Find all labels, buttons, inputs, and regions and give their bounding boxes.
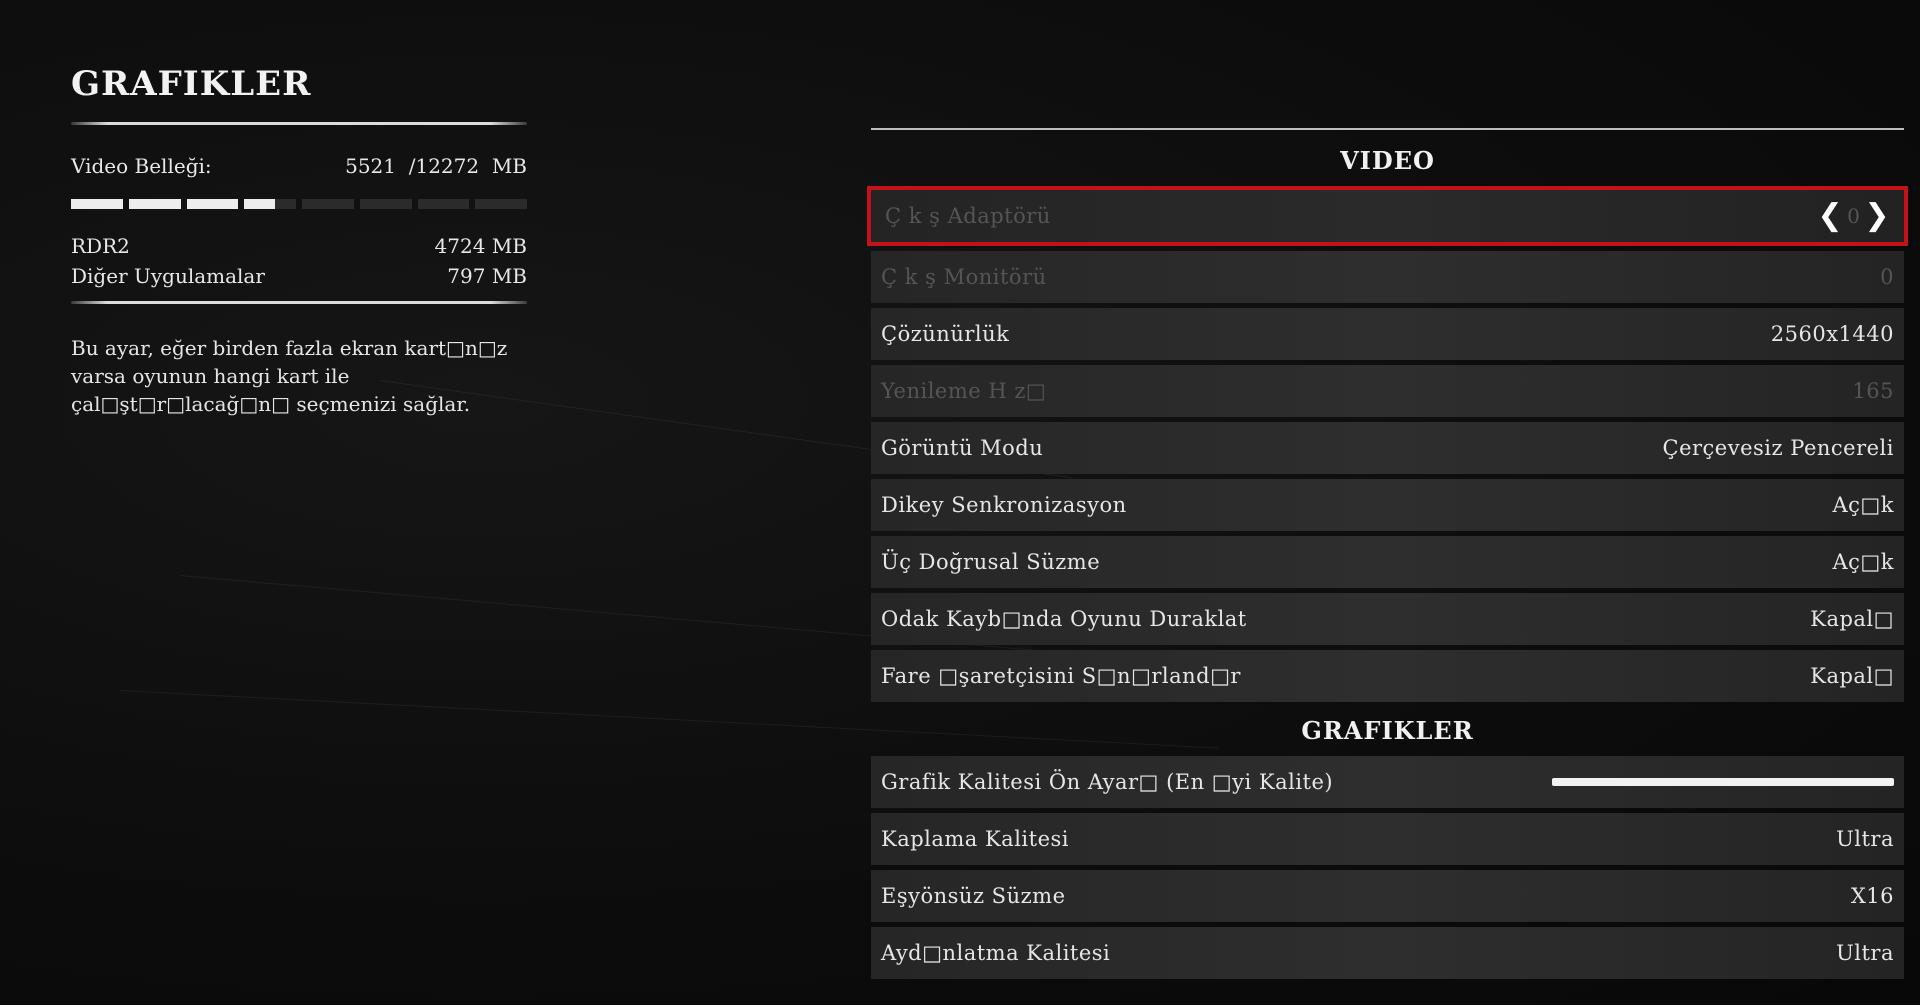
memory-bar-segment [244,199,296,209]
setting-vsync[interactable]: Dikey Senkronizasyon Aç□k [871,479,1904,531]
info-panel: Grafikler Video Belleği: 5521 /12272 MB … [71,60,527,418]
breakdown-value: 797 MB [447,261,527,291]
breakdown-label: RDR2 [71,234,130,258]
setting-label: Ç k ş Monitörü [881,265,1047,289]
background: Grafikler Video Belleği: 5521 /12272 MB … [0,0,1920,1005]
memory-bar-segment [302,199,354,209]
breakdown-unit: MB [491,264,527,288]
setting-resolution[interactable]: Çözünürlük 2560x1440 [871,308,1904,360]
breakdown-number: 797 [447,264,486,288]
setting-pause-on-focus-loss[interactable]: Odak Kayb□nda Oyunu Duraklat Kapal□ [871,593,1904,645]
memory-bar-segment [417,199,470,209]
setting-description: Bu ayar, eğer birden fazla ekran kart□n□… [71,336,508,416]
breakdown-number: 4724 [434,234,486,258]
breakdown-value: 4724 MB [435,231,527,261]
breakdown-divider [71,301,527,304]
memory-bar-fill [71,199,123,209]
setting-label: Eşyönsüz Süzme [881,884,1066,908]
setting-value: Kapal□ [1810,607,1894,631]
video-memory-row: Video Belleği: 5521 /12272 MB [71,151,527,181]
setting-constrain-cursor[interactable]: Fare □şaretçisini S□n□rland□r Kapal□ [871,650,1904,702]
setting-display-mode[interactable]: Görüntü Modu Çerçevesiz Pencereli [871,422,1904,474]
setting-value: 0 [1847,204,1861,228]
breakdown-unit: MB [491,234,527,258]
video-memory-bar [71,199,527,209]
setting-value: X16 [1850,884,1894,908]
chevron-left-icon[interactable]: ❮ [1817,201,1843,231]
memory-bar-segment [186,199,239,209]
setting-output-monitor[interactable]: Ç k ş Monitörü 0 [871,251,1904,303]
setting-label: Odak Kayb□nda Oyunu Duraklat [881,607,1247,631]
setting-label: Dikey Senkronizasyon [881,493,1127,517]
setting-label: Ç k ş Adaptörü [885,204,1051,228]
memory-bar-segment [71,199,123,209]
memory-bar-fill [128,199,181,209]
setting-label: Görüntü Modu [881,436,1044,460]
video-memory-total: 12272 [415,154,480,178]
setting-anisotropic-filtering[interactable]: Eşyönsüz Süzme X16 [871,870,1904,922]
memory-breakdown-rdr2: RDR2 4724 MB [71,231,527,261]
page-title: Grafikler [71,64,312,104]
setting-value: 0 [1880,265,1894,289]
section-title-graphics: Grafikler [1301,716,1474,745]
setting-value: 2560x1440 [1770,322,1894,346]
setting-value: Aç□k [1832,493,1894,517]
setting-label: Ayd□nlatma Kalitesi [881,941,1111,965]
chevron-right-icon[interactable]: ❯ [1864,201,1890,231]
video-memory-label: Video Belleği: [71,154,212,178]
memory-bar-fill [186,199,239,209]
video-memory-value: 5521 /12272 MB [345,151,527,181]
setting-refresh-rate[interactable]: Yenileme H z□ 165 [871,365,1904,417]
setting-value: Çerçevesiz Pencereli [1662,436,1894,460]
setting-value: Kapal□ [1810,664,1894,688]
breakdown-label: Diğer Uygulamalar [71,264,265,288]
setting-label: Çözünürlük [881,322,1010,346]
setting-lighting-quality[interactable]: Ayd□nlatma Kalitesi Ultra [871,927,1904,979]
memory-bar-segment [475,199,527,209]
slider-fill [1552,778,1894,786]
title-divider [71,122,527,125]
setting-quality-preset[interactable]: Grafik Kalitesi Ön Ayar□ (En □yi Kalite) [871,756,1904,808]
section-divider [871,128,1904,130]
settings-panel: Video Ç k ş Adaptörü ❮ 0 ❯ Ç k ş Monitör… [867,128,1908,979]
setting-value: Ultra [1836,827,1894,851]
memory-breakdown-other: Diğer Uygulamalar 797 MB [71,261,527,291]
quality-preset-slider[interactable] [1552,778,1894,786]
setting-triple-buffering[interactable]: Üç Doğrusal Süzme Aç□k [871,536,1904,588]
video-memory-unit: MB [491,154,527,178]
setting-value: Ultra [1836,941,1894,965]
setting-label: Üç Doğrusal Süzme [881,550,1101,574]
setting-label: Grafik Kalitesi Ön Ayar□ (En □yi Kalite) [881,770,1334,794]
video-memory-used: 5521 [345,154,396,178]
setting-label: Kaplama Kalitesi [881,827,1069,851]
setting-texture-quality[interactable]: Kaplama Kalitesi Ultra [871,813,1904,865]
memory-bar-segment [359,199,412,209]
setting-value: 165 [1852,379,1894,403]
setting-label: Yenileme H z□ [881,379,1047,403]
section-title-video: Video [1340,146,1435,175]
memory-bar-segment [128,199,181,209]
setting-label: Fare □şaretçisini S□n□rland□r [881,664,1241,688]
setting-value: Aç□k [1832,550,1894,574]
memory-bar-fill [244,199,276,209]
setting-output-adapter[interactable]: Ç k ş Adaptörü ❮ 0 ❯ [867,186,1908,246]
value-selector: ❮ 0 ❯ [1817,201,1890,231]
